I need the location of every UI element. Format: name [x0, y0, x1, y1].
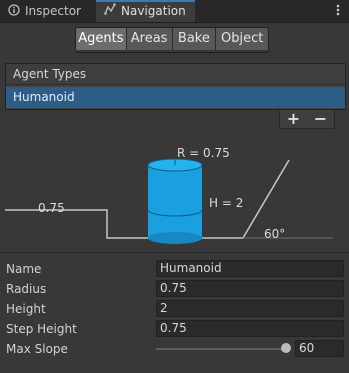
- agent-type-item-humanoid[interactable]: Humanoid: [6, 87, 345, 108]
- window-tab-bar: Inspector Navigation: [0, 0, 349, 23]
- max-slope-field-label: Max Slope: [6, 342, 68, 356]
- tab-navigation[interactable]: Navigation: [96, 0, 195, 22]
- height-field-label: Height: [6, 302, 46, 316]
- slope-label: 60°: [264, 227, 285, 241]
- height-field[interactable]: 2: [156, 300, 344, 317]
- agent-types-list: Agent Types Humanoid: [5, 63, 346, 110]
- tab-inspector[interactable]: Inspector: [0, 0, 94, 22]
- property-step-height: Step Height 0.75: [0, 319, 349, 339]
- name-field[interactable]: Humanoid: [156, 260, 344, 277]
- tab-bake[interactable]: Bake: [172, 28, 217, 50]
- remove-agent-button[interactable]: −: [307, 110, 334, 128]
- step-height-field-label: Step Height: [6, 322, 77, 336]
- property-max-slope: Max Slope 60: [0, 339, 349, 359]
- tab-object[interactable]: Object: [216, 28, 268, 50]
- add-agent-button[interactable]: +: [280, 110, 307, 128]
- radius-label: R = 0.75: [177, 146, 230, 160]
- more-options-icon[interactable]: [335, 2, 341, 18]
- radius-field[interactable]: 0.75: [156, 280, 344, 297]
- info-icon: [8, 1, 20, 23]
- radius-field-label: Radius: [6, 282, 47, 296]
- name-label: Name: [6, 262, 42, 276]
- step-height-field[interactable]: 0.75: [156, 320, 344, 337]
- property-height: Height 2: [0, 299, 349, 319]
- list-add-remove-controls: + −: [279, 110, 335, 129]
- tab-navigation-label: Navigation: [121, 4, 186, 18]
- agent-types-header: Agent Types: [6, 64, 345, 85]
- step-slope-outline: [5, 159, 290, 239]
- max-slope-field[interactable]: 60: [295, 340, 344, 357]
- agent-diagram: R = 0.75 H = 2 0.75 60°: [0, 140, 349, 250]
- step-height-label: 0.75: [38, 201, 65, 215]
- agent-cylinder: [147, 158, 203, 244]
- property-radius: Radius 0.75: [0, 279, 349, 299]
- tab-agents[interactable]: Agents: [76, 28, 127, 50]
- navigation-mode-selector: Agents Areas Bake Object: [75, 27, 269, 53]
- tab-areas[interactable]: Areas: [126, 28, 173, 50]
- height-label: H = 2: [209, 196, 243, 210]
- tab-inspector-label: Inspector: [25, 4, 81, 18]
- section-divider: [0, 252, 349, 253]
- max-slope-slider-track[interactable]: [156, 348, 286, 350]
- property-name: Name Humanoid: [0, 259, 349, 279]
- max-slope-slider-handle[interactable]: [281, 343, 291, 353]
- navigation-icon: [104, 2, 116, 21]
